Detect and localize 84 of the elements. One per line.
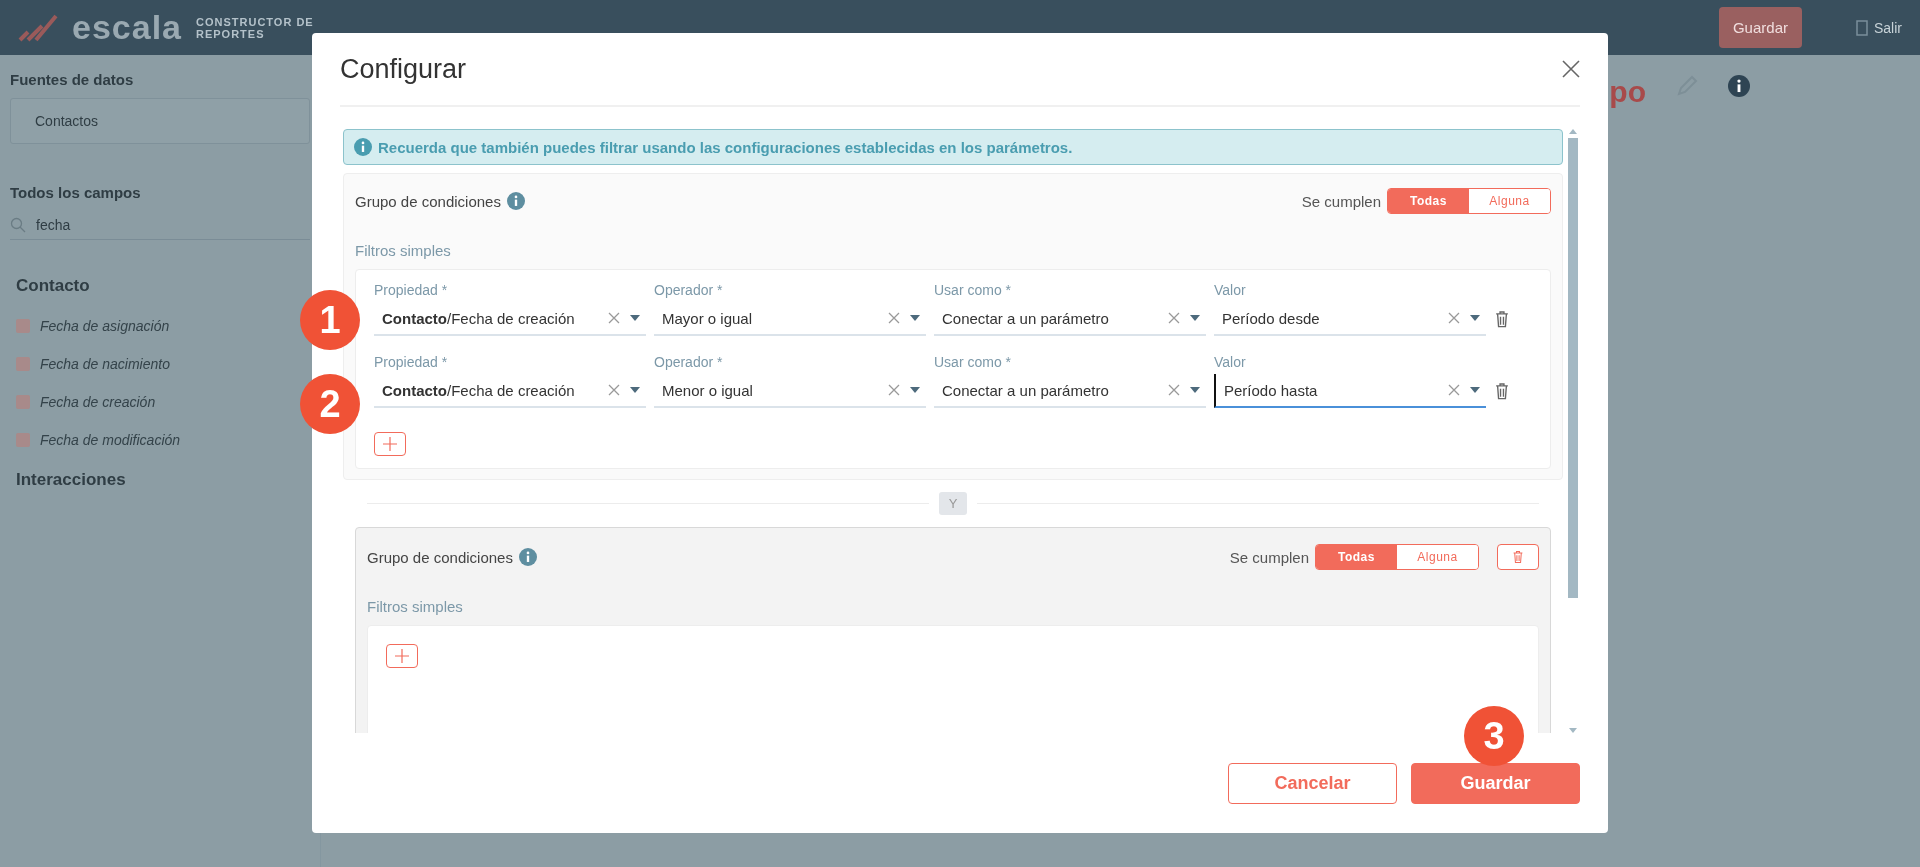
plus-icon — [383, 437, 397, 451]
field-label: Valor — [1214, 354, 1247, 370]
clear-icon[interactable] — [888, 312, 900, 324]
trash-icon — [1512, 550, 1524, 564]
trash-icon — [1494, 310, 1510, 328]
info-text: Recuerda que también puedes filtrar usando las configuraciones establecidas en los parámetros. — [378, 138, 1073, 156]
select-field[interactable]: Contacto/Fecha de creación — [374, 374, 646, 408]
field-label: Usar como * — [934, 282, 1013, 298]
source-select[interactable]: Contactos — [10, 98, 310, 144]
delete-button[interactable] — [1494, 382, 1510, 400]
info-icon — [1728, 75, 1750, 97]
dialog-title: Configurar — [340, 53, 467, 85]
section-title: Interacciones — [15, 469, 127, 491]
field-label: Usar como * — [934, 354, 1013, 370]
sidebar-label: Todos los campos — [10, 184, 142, 201]
caret-icon — [1190, 387, 1200, 393]
section-label: Filtros simples — [355, 242, 452, 259]
field-item[interactable]: Fecha de creación — [10, 388, 162, 416]
info-icon — [518, 548, 537, 566]
field-label: Propiedad * — [374, 282, 449, 298]
clear-icon[interactable] — [1168, 384, 1180, 396]
sidebar-label: Fuentes de datos — [10, 71, 135, 88]
select-field[interactable]: Período hasta — [1214, 374, 1486, 408]
clear-icon[interactable] — [1448, 312, 1460, 324]
scrollbar[interactable] — [1568, 129, 1578, 733]
section-title: Contacto — [15, 275, 91, 297]
caret-icon — [910, 315, 920, 321]
match-option[interactable]: Todas — [1316, 545, 1397, 569]
field-label: Operador * — [654, 354, 724, 370]
select-field[interactable]: Contacto/Fecha de creación — [374, 302, 646, 336]
delete-group-button[interactable] — [1497, 544, 1539, 570]
info-icon — [506, 192, 525, 210]
field-item[interactable]: Fecha de asignación — [10, 312, 176, 340]
info-icon — [354, 138, 372, 156]
field-label: Valor — [1214, 282, 1247, 298]
clear-icon[interactable] — [608, 312, 620, 324]
match-label: Se cumplen — [1301, 192, 1381, 210]
match-label: Se cumplen — [1229, 548, 1309, 566]
add-button[interactable] — [386, 644, 418, 668]
select-field[interactable]: Conectar a un parámetro — [934, 374, 1206, 408]
door-icon — [1856, 19, 1868, 36]
scroll-down-icon[interactable] — [1569, 728, 1577, 733]
caret-icon — [1470, 387, 1480, 393]
logo-icon — [18, 13, 58, 42]
exit-label: Salir — [1874, 19, 1902, 36]
logo-subtitle: CONSTRUCTOR DE REPORTES — [196, 15, 315, 40]
match-option[interactable]: Todas — [1388, 189, 1469, 213]
group-title: Grupo de condiciones — [367, 548, 513, 566]
close-button[interactable] — [1562, 60, 1580, 78]
clear-icon[interactable] — [888, 384, 900, 396]
field-item[interactable]: Fecha de modificación — [10, 426, 187, 454]
search-icon — [10, 217, 26, 233]
trash-icon — [1494, 382, 1510, 400]
caret-icon — [910, 387, 920, 393]
section-label: Filtros simples — [367, 598, 464, 615]
match-option[interactable]: Alguna — [1469, 189, 1550, 213]
select-field[interactable]: Menor o igual — [654, 374, 926, 408]
cancel-button[interactable]: Cancelar — [1228, 762, 1397, 804]
group-title: Grupo de condiciones — [355, 192, 501, 210]
match-option[interactable]: Alguna — [1397, 545, 1478, 569]
field-label: Operador * — [654, 282, 724, 298]
scroll-up-icon[interactable] — [1569, 129, 1577, 134]
caret-icon — [1470, 315, 1480, 321]
select-field[interactable]: Período desde — [1214, 302, 1486, 336]
field-item[interactable]: Fecha de nacimiento — [10, 350, 176, 378]
clear-icon[interactable] — [1448, 384, 1460, 396]
caret-icon — [630, 387, 640, 393]
add-button[interactable] — [374, 432, 406, 456]
connector-label: Y — [938, 492, 968, 515]
search-field[interactable]: fecha — [10, 211, 310, 240]
select-field[interactable]: Conectar a un parámetro — [934, 302, 1206, 336]
page-title: po — [1609, 75, 1646, 109]
select-field[interactable]: Mayor o igual — [654, 302, 926, 336]
logo-text: escala — [72, 8, 182, 47]
exit-button[interactable]: Salir — [1856, 19, 1902, 36]
save-button[interactable]: Guardar — [1718, 7, 1802, 48]
save-button[interactable]: Guardar — [1411, 762, 1580, 804]
caret-icon — [630, 315, 640, 321]
clear-icon[interactable] — [608, 384, 620, 396]
delete-button[interactable] — [1494, 310, 1510, 328]
field-label: Propiedad * — [374, 354, 449, 370]
caret-icon — [1190, 315, 1200, 321]
plus-icon — [395, 649, 409, 663]
clear-icon[interactable] — [1168, 312, 1180, 324]
